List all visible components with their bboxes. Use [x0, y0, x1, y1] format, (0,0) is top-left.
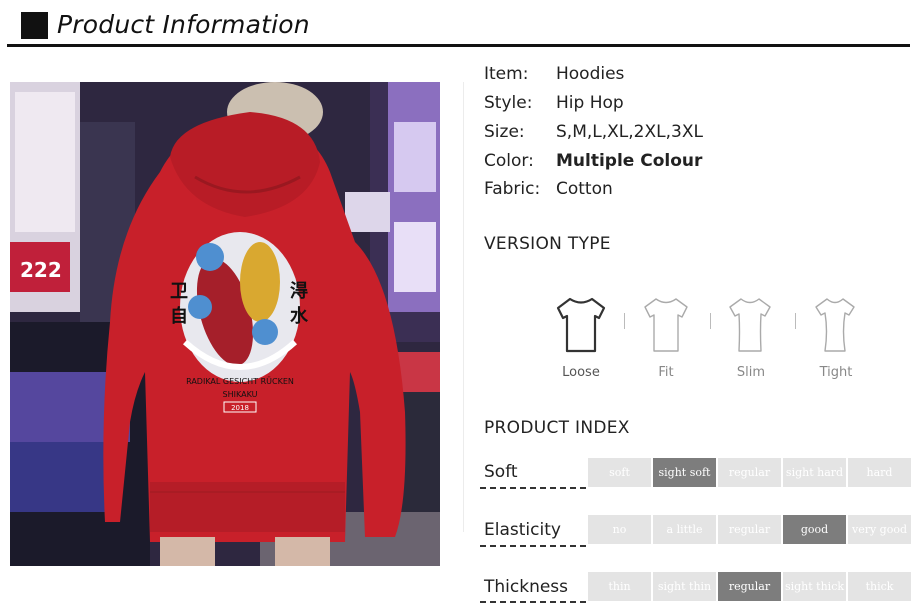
index-cell: soft: [588, 458, 651, 487]
version-label-slim: Slim: [736, 365, 766, 380]
spec-key: Style:: [484, 93, 533, 113]
index-cell: no: [588, 515, 651, 544]
page-title: Product Information: [57, 10, 310, 39]
version-separator: [624, 313, 625, 329]
index-dash: [480, 601, 586, 603]
svg-text:水: 水: [290, 305, 309, 327]
spec-key: Size:: [484, 122, 525, 142]
spec-value: Hoodies: [556, 64, 625, 84]
product-index-title: PRODUCT INDEX: [484, 418, 630, 438]
index-cell: sight hard: [783, 458, 846, 487]
spec-key: Color:: [484, 151, 534, 171]
product-photo: 222 卫 自 淂 水 RADIKAL GESICHT RÜCKEN SHIKA…: [10, 82, 440, 566]
tshirt-slim-icon: [720, 296, 780, 354]
column-divider: [463, 82, 464, 532]
index-cell-selected: sight soft: [653, 458, 716, 487]
svg-text:淂: 淂: [290, 281, 308, 302]
index-cell: a little: [653, 515, 716, 544]
tshirt-loose-icon: [551, 296, 611, 354]
print-caption-line-1: RADIKAL GESICHT RÜCKEN: [186, 376, 294, 386]
index-cell: sight thick: [783, 572, 846, 601]
spec-value: Cotton: [556, 179, 613, 199]
version-separator: [795, 313, 796, 329]
index-cell: very good: [848, 515, 911, 544]
index-cell-selected: regular: [718, 572, 781, 601]
spec-value: Hip Hop: [556, 93, 624, 113]
version-label-tight: Tight: [819, 365, 853, 380]
version-separator: [710, 313, 711, 329]
header-square-icon: [21, 12, 48, 39]
tshirt-tight-icon: [805, 296, 865, 354]
index-label-thickness: Thickness: [484, 577, 569, 597]
tshirt-fit-icon: [636, 296, 696, 354]
spec-value: Multiple Colour: [556, 151, 703, 171]
version-label-fit: Fit: [658, 365, 674, 380]
index-label-elasticity: Elasticity: [484, 520, 561, 540]
spec-key: Fabric:: [484, 179, 541, 199]
index-label-soft: Soft: [484, 462, 518, 482]
index-cell: regular: [718, 458, 781, 487]
svg-text:卫: 卫: [170, 281, 188, 302]
version-type-title: VERSION TYPE: [484, 234, 611, 254]
print-caption-line-3: 2018: [231, 404, 249, 412]
svg-text:自: 自: [170, 305, 188, 327]
index-cell: hard: [848, 458, 911, 487]
index-cell: thick: [848, 572, 911, 601]
print-caption-line-2: SHIKAKU: [223, 390, 258, 399]
spec-key: Item:: [484, 64, 529, 84]
index-cell-selected: good: [783, 515, 846, 544]
index-dash: [480, 545, 586, 547]
header-divider: [7, 44, 910, 47]
index-cell: thin: [588, 572, 651, 601]
spec-value: S,M,L,XL,2XL,3XL: [556, 122, 703, 142]
svg-text:222: 222: [20, 258, 62, 282]
version-label-loose: Loose: [562, 365, 600, 380]
index-cell: regular: [718, 515, 781, 544]
index-cell: sight thin: [653, 572, 716, 601]
index-dash: [480, 487, 586, 489]
